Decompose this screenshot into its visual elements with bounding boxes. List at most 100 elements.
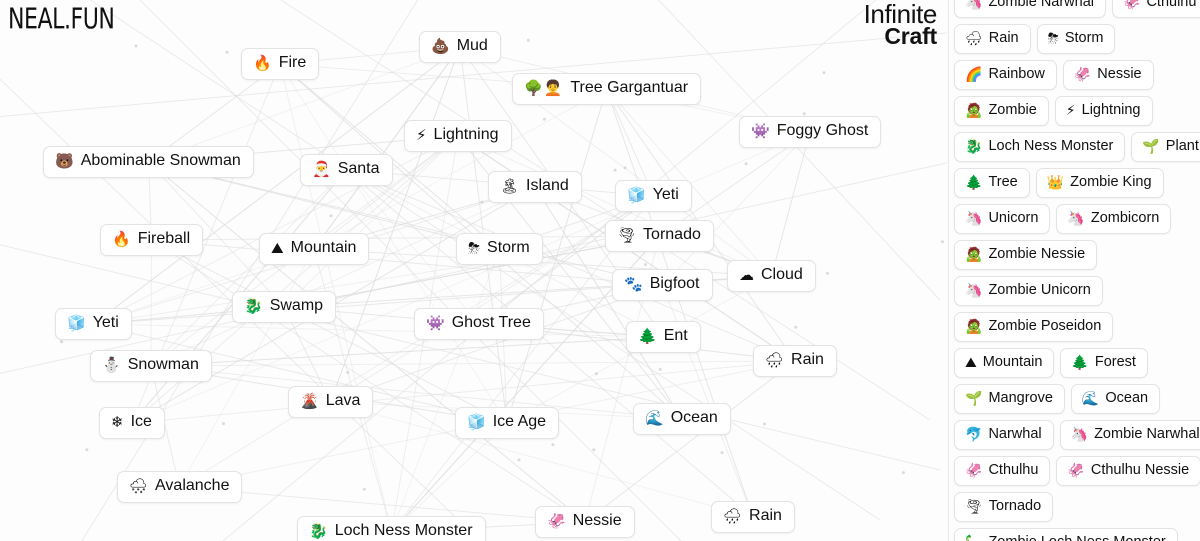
node-emoji-icon: 🧊	[627, 185, 646, 204]
element-emoji-icon: 🌲	[1071, 354, 1089, 371]
sidebar-element-storm[interactable]: ⛈ Storm	[1036, 24, 1116, 54]
element-label: Nessie	[1097, 65, 1142, 82]
node-emoji-icon: ⛰	[271, 238, 284, 257]
canvas-node[interactable]: 🐾 Bigfoot	[612, 269, 713, 301]
sidebar-element-mangrove[interactable]: 🌱 Mangrove	[954, 384, 1065, 414]
sidebar-element-lightning[interactable]: ⚡ Lightning	[1054, 96, 1153, 126]
element-sidebar[interactable]: 🦄 Zombie Narwhal 🦑 Cthulhu 🌧 Rain ⛈ Storm 🌈 Rainb…	[948, 0, 1200, 541]
sidebar-element-ocean[interactable]: 🌊 Ocean	[1070, 384, 1161, 414]
canvas-node[interactable]: 🌧 Rain	[711, 501, 795, 533]
element-label: Rainbow	[988, 65, 1045, 82]
canvas-node[interactable]: ⛄ Snowman	[90, 350, 212, 382]
element-label: Zombie Narwhal	[988, 0, 1095, 10]
sidebar-element-zombie-narwhal[interactable]: 🦄 Zombie Narwhal	[1059, 420, 1200, 450]
canvas-node[interactable]: 🐉 Loch Ness Monster	[297, 516, 486, 541]
neal-fun-logo[interactable]: NEAL.FUN	[8, 4, 115, 36]
canvas-node[interactable]: 🌋 Lava	[288, 386, 374, 418]
node-label: Santa	[337, 160, 380, 177]
sidebar-element-plant[interactable]: 🌱 Plant	[1131, 132, 1200, 162]
sidebar-element-zombie-nessie[interactable]: 🧟 Zombie Nessie	[954, 240, 1098, 270]
node-emoji-icon: 🐉	[244, 296, 263, 315]
canvas-node[interactable]: 🌨 Avalanche	[117, 471, 243, 503]
node-emoji-icon: 🌲	[638, 326, 657, 345]
sidebar-element-mountain[interactable]: ⛰ Mountain	[954, 348, 1055, 378]
sidebar-element-zombie-poseidon[interactable]: 🧟 Zombie Poseidon	[954, 312, 1114, 342]
canvas-node[interactable]: ⛈ Storm	[456, 233, 543, 265]
sidebar-element-clipped[interactable]: 🦄 Zombie Narwhal	[954, 0, 1107, 18]
node-label: Rain	[749, 507, 782, 524]
element-label: Cthulhu	[988, 461, 1039, 478]
sidebar-element-zombie-unicorn[interactable]: 🦄 Zombie Unicorn	[954, 276, 1103, 306]
canvas-node[interactable]: 👾 Foggy Ghost	[739, 116, 882, 148]
canvas-node[interactable]: 🌧 Rain	[753, 345, 837, 377]
sidebar-element-rainbow[interactable]: 🌈 Rainbow	[954, 60, 1057, 90]
element-emoji-icon: 🌊	[1081, 390, 1100, 407]
sidebar-element-rain[interactable]: 🌧 Rain	[954, 24, 1031, 54]
canvas-node[interactable]: ⚡ Lightning	[404, 120, 512, 152]
canvas-node[interactable]: ⛰ Mountain	[259, 233, 370, 265]
canvas-node[interactable]: 🦑 Nessie	[535, 506, 635, 538]
element-emoji-icon: 🦑	[1123, 0, 1141, 11]
node-emoji-icon: 🌋	[300, 391, 319, 410]
sidebar-element-tree[interactable]: 🌲 Tree	[954, 168, 1030, 198]
element-emoji-icon: ⛰	[965, 354, 977, 371]
crafting-canvas[interactable]: NEAL.FUN 🔥 Fire 💩 Mud 🌳🧑‍🦱 Tree Gargantuar 👾 Fo…	[0, 0, 947, 541]
element-label: Zombicorn	[1090, 209, 1160, 226]
node-emoji-icon: 🧊	[467, 412, 486, 431]
sidebar-element-zombie[interactable]: 🧟 Zombie	[954, 96, 1049, 126]
node-label: Cloud	[761, 266, 803, 283]
canvas-node[interactable]: 🌊 Ocean	[633, 403, 731, 435]
sidebar-element-loch-ness-monster[interactable]: 🐉 Loch Ness Monster	[954, 132, 1126, 162]
node-label: Yeti	[92, 314, 119, 331]
canvas-node[interactable]: 🧊 Ice Age	[455, 407, 560, 439]
canvas-node[interactable]: 🧊 Yeti	[55, 308, 132, 340]
sidebar-element-nessie[interactable]: 🦑 Nessie	[1062, 60, 1154, 90]
node-emoji-icon: ⛄	[102, 355, 121, 374]
node-label: Snowman	[127, 356, 199, 373]
sidebar-element-clipped[interactable]: 🦑 Cthulhu	[1112, 0, 1200, 18]
node-label: Abominable Snowman	[80, 152, 241, 169]
node-emoji-icon: 🌨	[129, 476, 149, 495]
sidebar-element-tornado[interactable]: 🌪 Tornado	[954, 492, 1054, 522]
node-emoji-icon: 🌊	[645, 408, 664, 427]
canvas-node[interactable]: 💩 Mud	[419, 31, 501, 63]
canvas-node[interactable]: ❄ Ice	[99, 407, 165, 439]
element-emoji-icon: 🦑	[1073, 66, 1092, 83]
element-emoji-icon: 🌧	[965, 30, 983, 47]
element-emoji-icon: 👑	[1046, 174, 1065, 191]
node-label: Ghost Tree	[451, 314, 531, 331]
canvas-node[interactable]: 🎅 Santa	[300, 154, 393, 186]
node-emoji-icon: 🌳🧑‍🦱	[524, 78, 564, 97]
sidebar-element-cthulhu[interactable]: 🦑 Cthulhu	[954, 456, 1051, 486]
canvas-node[interactable]: 🐉 Swamp	[232, 291, 337, 323]
element-emoji-icon: 🦕	[965, 536, 982, 541]
canvas-node[interactable]: 🏝 Island	[488, 171, 582, 203]
canvas-node[interactable]: 🐻 Abominable Snowman	[43, 146, 254, 178]
canvas-node[interactable]: 🌪 Tornado	[605, 220, 714, 252]
canvas-node[interactable]: 🔥 Fireball	[100, 224, 204, 256]
canvas-node[interactable]: ☁ Cloud	[727, 260, 816, 292]
sidebar-element-zombie-king[interactable]: 👑 Zombie King	[1035, 168, 1164, 198]
canvas-node[interactable]: 🧊 Yeti	[615, 180, 692, 212]
node-emoji-icon: ❄	[111, 412, 124, 431]
node-emoji-icon: 👾	[426, 313, 445, 332]
node-label: Ice Age	[492, 413, 547, 430]
sidebar-element-unicorn[interactable]: 🦄 Unicorn	[954, 204, 1051, 234]
canvas-node[interactable]: 👾 Ghost Tree	[414, 308, 544, 340]
element-label: Cthulhu	[1146, 0, 1197, 10]
element-emoji-icon: 🌲	[965, 174, 983, 191]
canvas-node[interactable]: 🔥 Fire	[241, 48, 320, 80]
canvas-node[interactable]: 🌲 Ent	[626, 321, 701, 353]
element-emoji-icon: 🦄	[1070, 426, 1089, 443]
sidebar-element-narwhal[interactable]: 🐬 Narwhal	[954, 420, 1054, 450]
canvas-node[interactable]: 🌳🧑‍🦱 Tree Gargantuar	[512, 73, 702, 105]
sidebar-element-zombicorn[interactable]: 🦄 Zombicorn	[1056, 204, 1172, 234]
sidebar-element-cthulhu-nessie[interactable]: 🦑 Cthulhu Nessie	[1056, 456, 1200, 486]
sidebar-element-forest[interactable]: 🌲 Forest	[1060, 348, 1148, 378]
node-label: Storm	[487, 239, 530, 256]
node-emoji-icon: ⛈	[468, 238, 481, 257]
sidebar-element-zombie-loch-ness-monster[interactable]: 🦕 Zombie Loch Ness Monster	[954, 528, 1178, 541]
element-label: Narwhal	[988, 425, 1042, 442]
node-label: Mountain	[290, 239, 357, 256]
element-label: Mountain	[982, 353, 1043, 370]
